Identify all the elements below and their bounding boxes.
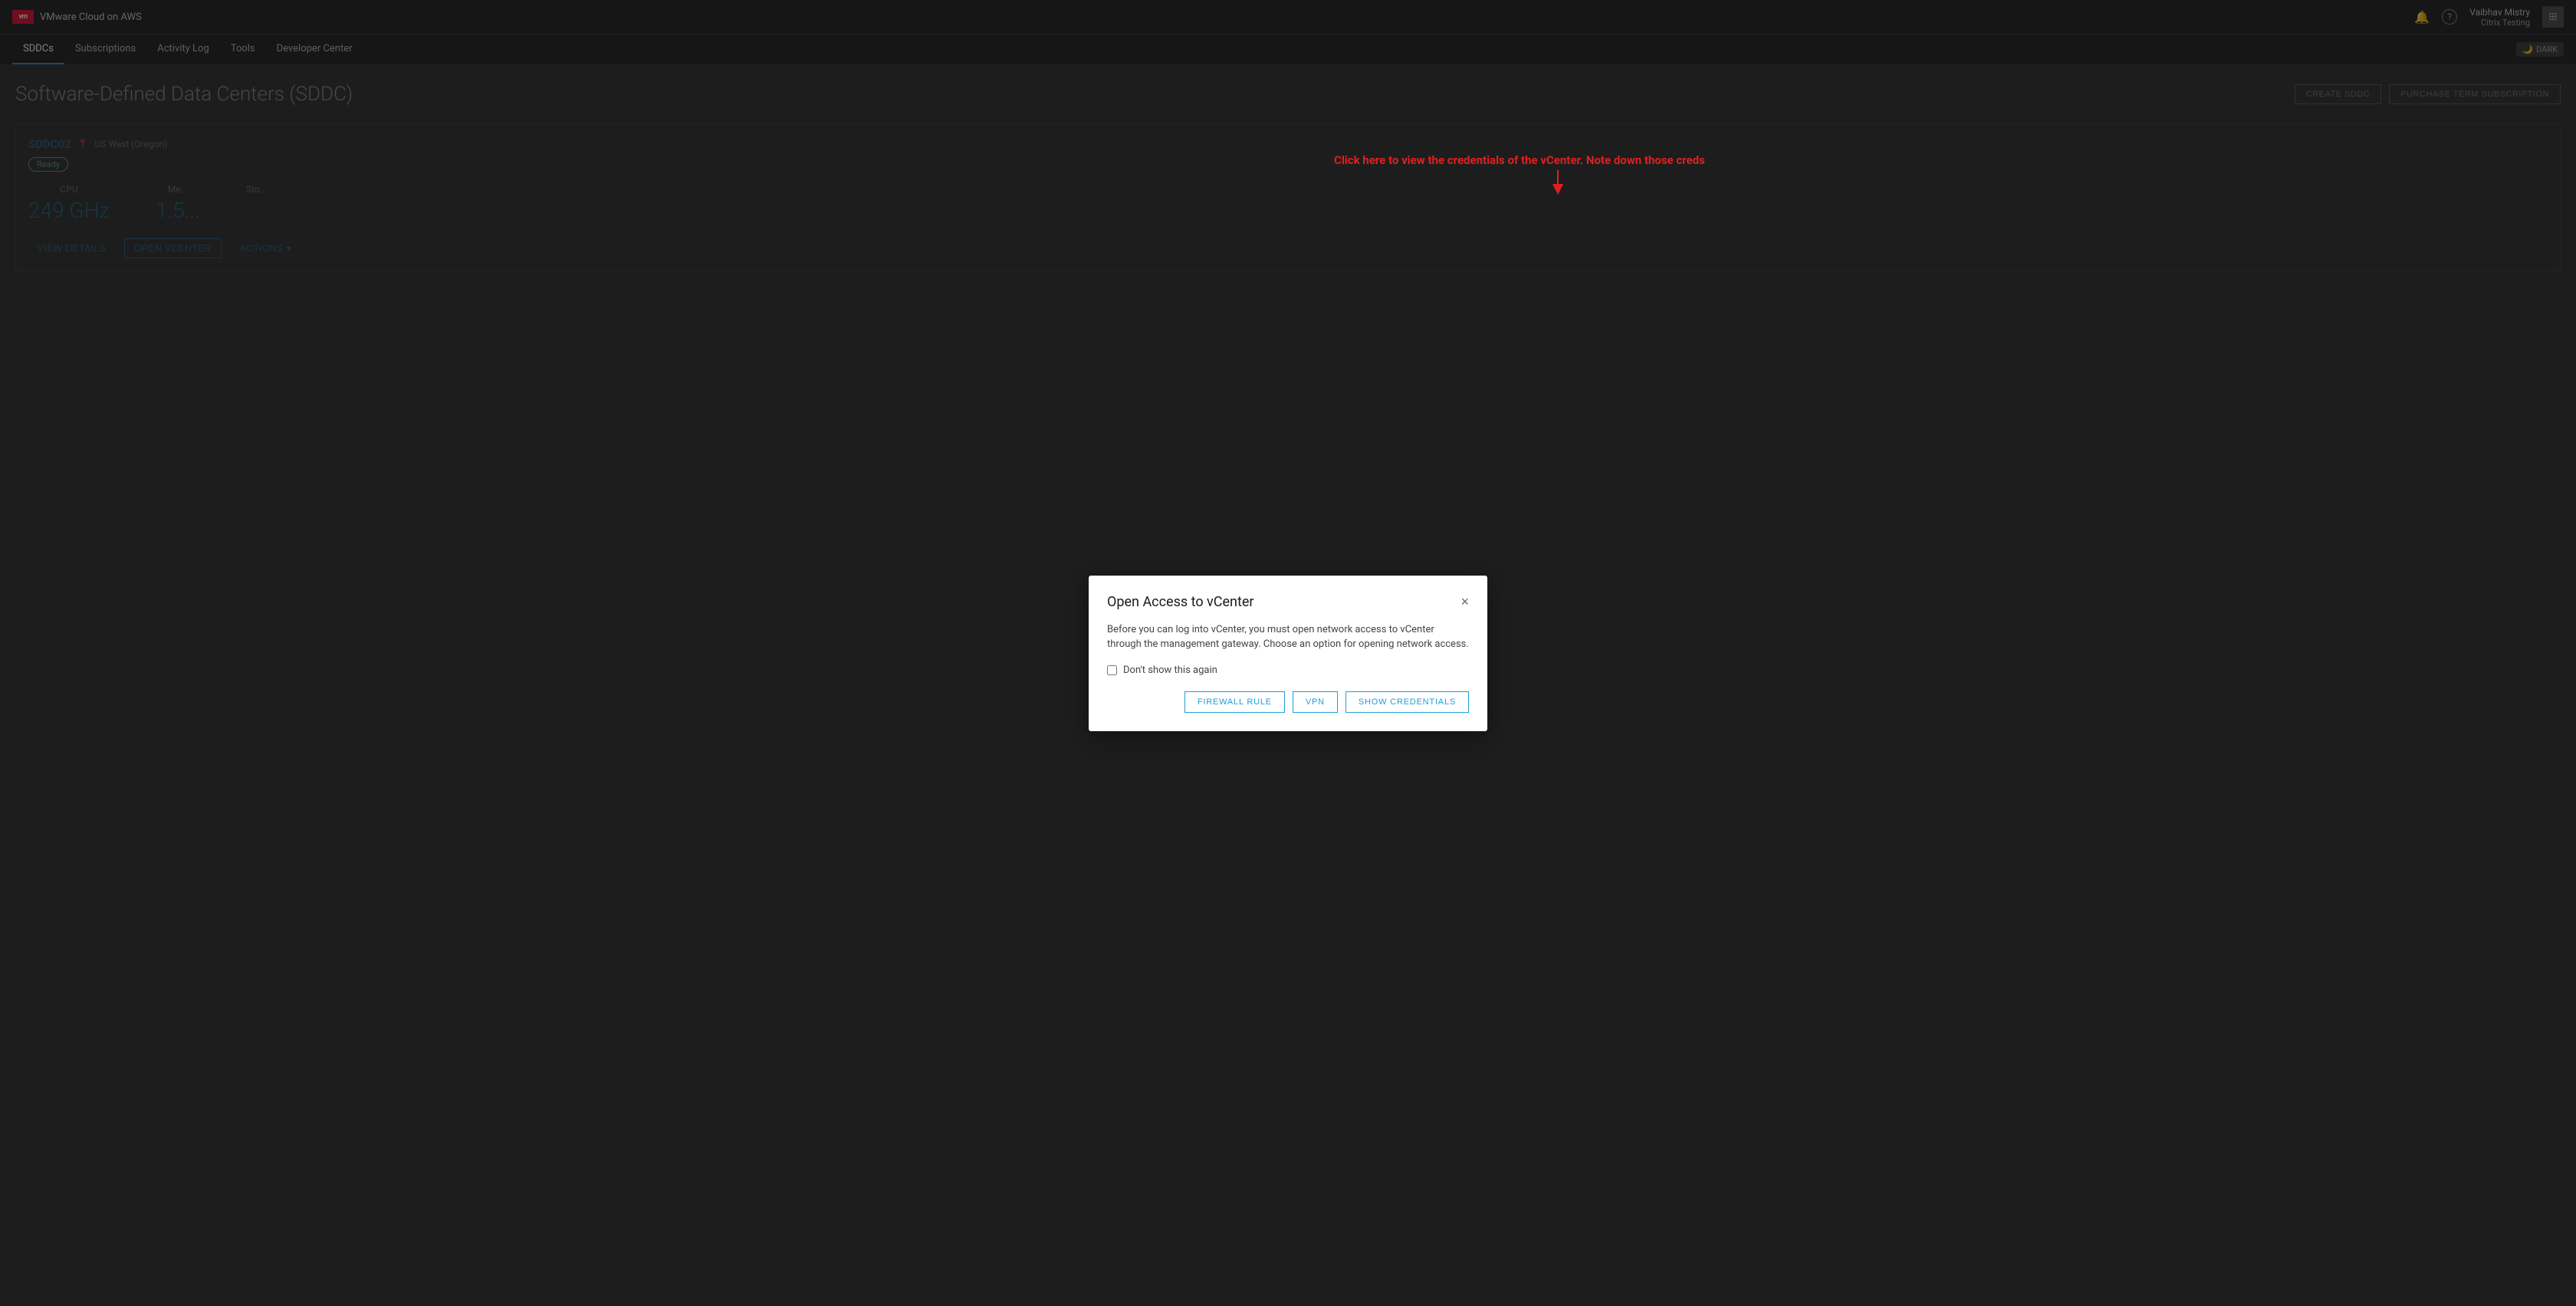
arrow-stem xyxy=(1557,170,1559,184)
modal-footer: FIREWALL RULE VPN SHOW CREDENTIALS xyxy=(1107,691,1469,713)
modal-title: Open Access to vCenter xyxy=(1107,594,1254,610)
open-access-modal: Open Access to vCenter × Before you can … xyxy=(1089,576,1487,731)
firewall-rule-button[interactable]: FIREWALL RULE xyxy=(1184,691,1285,713)
modal-header: Open Access to vCenter × xyxy=(1107,594,1469,610)
dont-show-checkbox[interactable] xyxy=(1107,665,1117,675)
dont-show-label: Don't show this again xyxy=(1123,664,1217,676)
annotation-text: Click here to view the credentials of th… xyxy=(1334,153,1705,167)
modal-close-button[interactable]: × xyxy=(1460,595,1469,609)
modal-body: Before you can log into vCenter, you mus… xyxy=(1107,622,1469,652)
show-credentials-button[interactable]: SHOW CREDENTIALS xyxy=(1346,691,1469,713)
vpn-button[interactable]: VPN xyxy=(1293,691,1338,713)
arrow-container xyxy=(1552,170,1563,195)
annotation-arrow xyxy=(1334,170,1705,195)
modal-checkbox-row: Don't show this again xyxy=(1107,664,1469,676)
arrow-head xyxy=(1552,184,1563,195)
annotation-container: Click here to view the credentials of th… xyxy=(1334,153,1705,195)
modal-overlay: Open Access to vCenter × Before you can … xyxy=(0,0,2576,1306)
